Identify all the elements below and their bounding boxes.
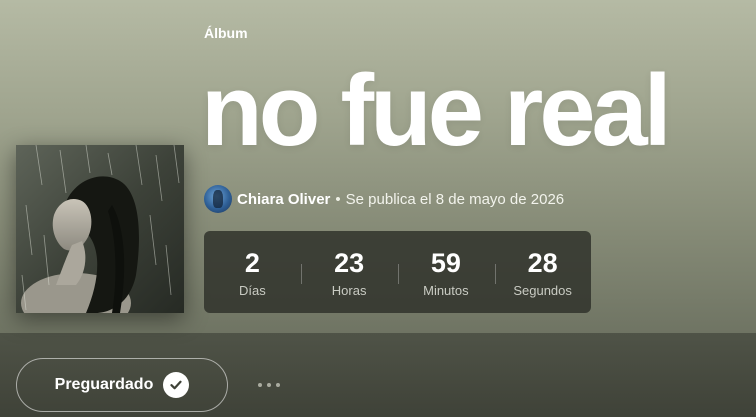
check-circle-icon: [163, 372, 190, 398]
release-countdown: 2 Días 23 Horas 59 Minutos 28 Segundos: [204, 231, 591, 313]
countdown-value: 2: [244, 247, 260, 278]
countdown-label: Minutos: [423, 282, 469, 298]
more-dot: [276, 383, 280, 387]
album-cover: [16, 145, 184, 313]
artist-avatar[interactable]: [204, 185, 232, 213]
album-cover-image: [16, 145, 184, 313]
more-options-icon[interactable]: [250, 373, 288, 397]
countdown-seconds: 28 Segundos: [494, 247, 590, 298]
more-dot: [258, 383, 262, 387]
countdown-label: Horas: [331, 282, 367, 298]
artist-row: Chiara Oliver • Se publica el 8 de mayo …: [204, 185, 564, 213]
presave-button[interactable]: Preguardado: [16, 358, 228, 412]
separator-dot: •: [335, 190, 341, 208]
countdown-hours: 23 Horas: [301, 247, 396, 298]
album-title: no fue real: [201, 55, 672, 167]
countdown-value: 23: [334, 247, 365, 278]
countdown-value: 59: [430, 247, 461, 278]
countdown-label: Días: [239, 282, 266, 298]
countdown-days: 2 Días: [205, 247, 299, 298]
release-date-text: Se publica el 8 de mayo de 2026: [345, 190, 565, 208]
countdown-minutes: 59 Minutos: [397, 247, 493, 298]
countdown-value: 28: [527, 247, 558, 278]
countdown-label: Segundos: [513, 282, 572, 298]
more-dot: [267, 383, 271, 387]
artist-name-link[interactable]: Chiara Oliver: [237, 191, 330, 208]
presave-label: Preguardado: [54, 376, 154, 393]
album-type-label: Álbum: [204, 25, 248, 41]
